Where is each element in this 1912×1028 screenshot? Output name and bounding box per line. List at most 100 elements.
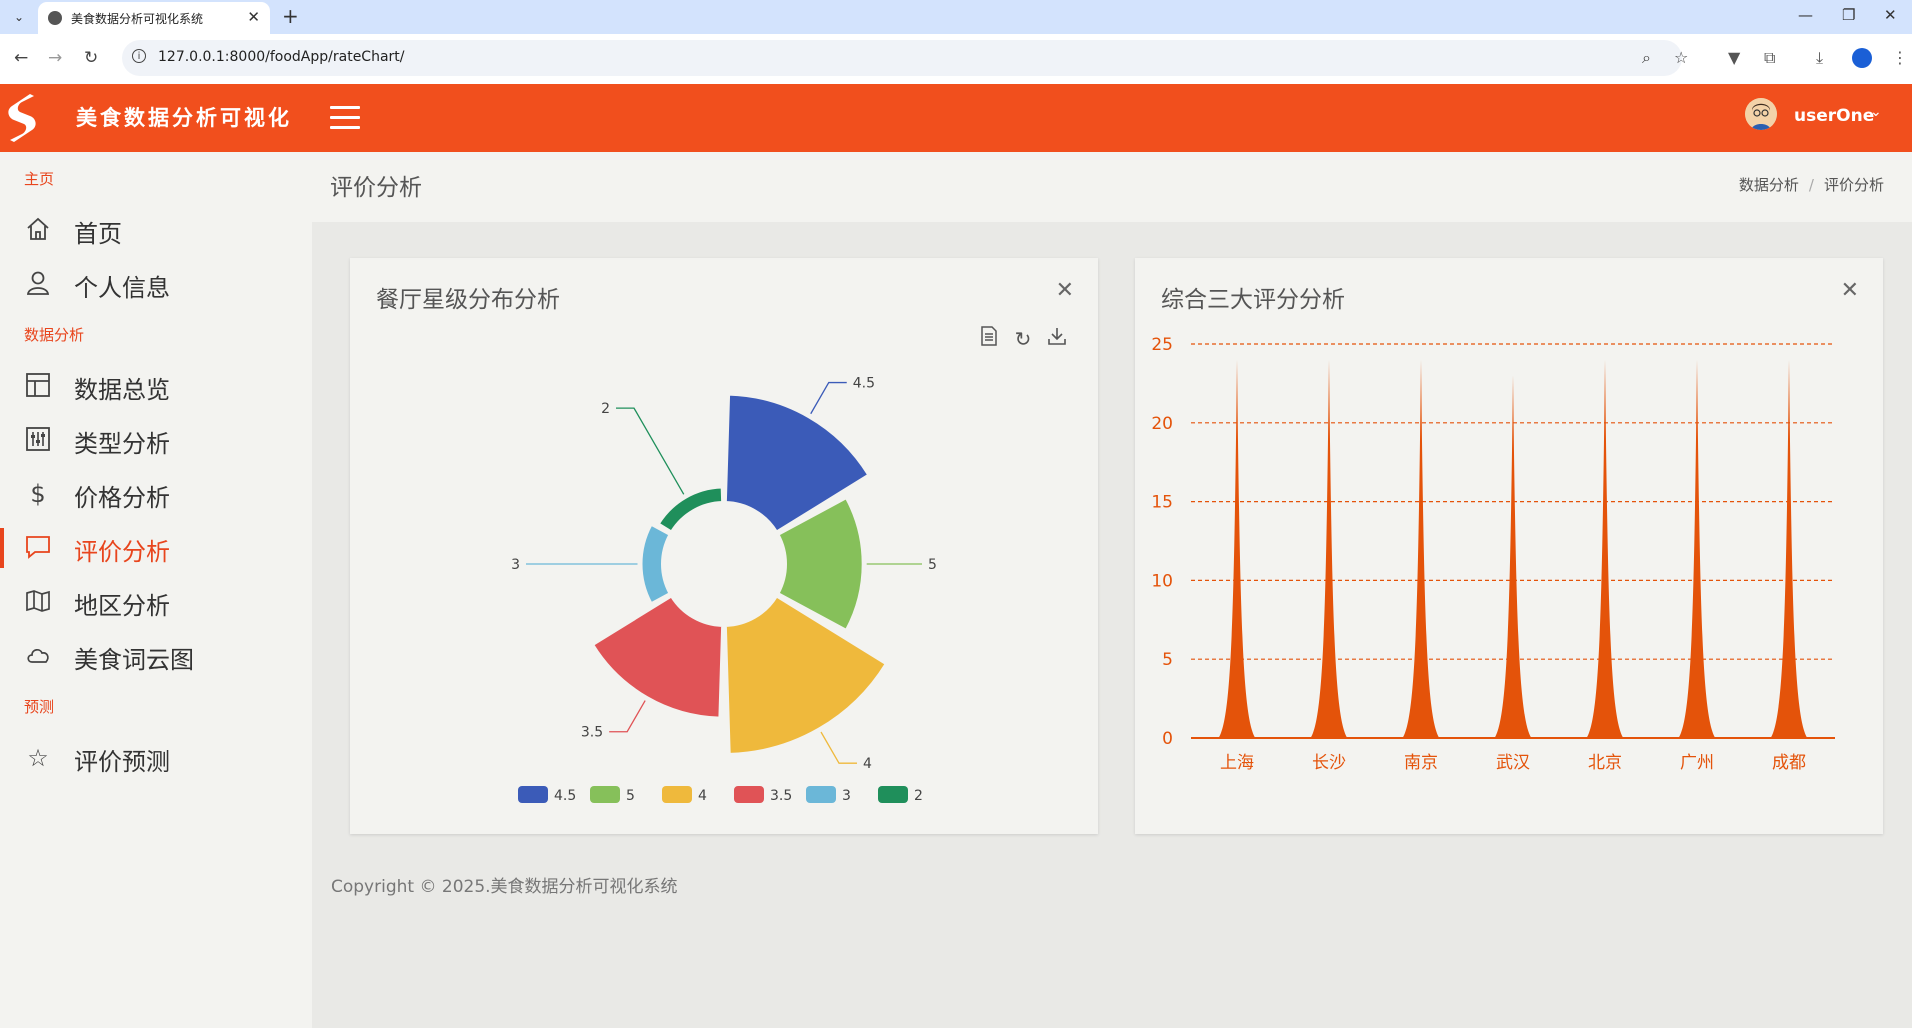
minimize-icon[interactable]: — xyxy=(1798,6,1813,24)
x-tick-label: 北京 xyxy=(1588,753,1622,773)
sidebar-item-region-analysis[interactable]: 地区分析 xyxy=(0,576,312,626)
star-icon: ☆ xyxy=(27,744,49,772)
rose-leader-3.5 xyxy=(609,700,646,733)
browser-menu-icon[interactable]: ⋮ xyxy=(1892,48,1908,67)
rose-leader-4.5 xyxy=(810,381,847,415)
comment-icon xyxy=(24,534,52,562)
tab-title: 美食数据分析可视化系统 xyxy=(71,12,204,26)
browser-tab[interactable]: 美食数据分析可视化系统 ✕ xyxy=(38,2,270,34)
address-bar-row: ← → ↻ i 127.0.0.1:8000/foodApp/rateChart… xyxy=(0,34,1912,84)
legend-swatch-2[interactable] xyxy=(878,786,908,803)
legend-label-4[interactable]: 4 xyxy=(698,788,707,804)
rose-label-4: 4 xyxy=(863,756,872,772)
legend-label-3.5[interactable]: 3.5 xyxy=(770,788,792,804)
extension-filter-icon[interactable]: ▼ xyxy=(1728,48,1740,67)
sliders-icon xyxy=(24,426,52,454)
new-tab-icon[interactable]: + xyxy=(282,4,299,28)
rose-label-3.5: 3.5 xyxy=(581,725,603,741)
username[interactable]: userOne xyxy=(1794,106,1874,126)
tab-search-icon[interactable]: ⌄ xyxy=(8,6,30,28)
url-bar[interactable]: i 127.0.0.1:8000/foodApp/rateChart/ ⌕ ☆ xyxy=(122,40,1688,76)
y-tick-label: 25 xyxy=(1151,335,1173,355)
sidebar-item-price-analysis[interactable]: $ 价格分析 xyxy=(0,468,312,518)
restore-icon[interactable]: ❐ xyxy=(1842,6,1855,24)
legend-label-3[interactable]: 3 xyxy=(842,788,851,804)
extensions-puzzle-icon[interactable]: ⧉ xyxy=(1764,48,1775,68)
area-spike-长沙[interactable] xyxy=(1310,359,1348,738)
rose-leader-2 xyxy=(616,407,685,495)
footer-copyright: Copyright © 2025.美食数据分析可视化系统 xyxy=(331,877,678,897)
menu-toggle-icon[interactable] xyxy=(330,106,360,130)
area-spike-武汉[interactable] xyxy=(1494,375,1532,738)
zoom-icon[interactable]: ⌕ xyxy=(1642,48,1651,68)
app-title: 美食数据分析可视化 xyxy=(76,106,292,130)
map-icon xyxy=(24,588,52,616)
sidebar-item-label: 类型分析 xyxy=(74,430,170,458)
rose-slice-2[interactable] xyxy=(657,486,724,533)
sidebar-item-label: 数据总览 xyxy=(74,376,170,404)
profile-icon[interactable] xyxy=(1852,48,1872,68)
globe-icon xyxy=(48,11,62,25)
area-spike-上海[interactable] xyxy=(1218,359,1256,738)
window-close-icon[interactable]: ✕ xyxy=(1884,6,1897,24)
sidebar-item-type-analysis[interactable]: 类型分析 xyxy=(0,414,312,464)
sidebar-item-overview[interactable]: 数据总览 xyxy=(0,360,312,410)
legend-swatch-5[interactable] xyxy=(590,786,620,803)
page-title: 评价分析 xyxy=(330,175,422,201)
tab-close-icon[interactable]: ✕ xyxy=(247,8,260,26)
legend-label-5[interactable]: 5 xyxy=(626,788,635,804)
legend-swatch-3[interactable] xyxy=(806,786,836,803)
rose-label-5: 5 xyxy=(928,557,937,573)
sidebar-item-rating-predict[interactable]: ☆ 评价预测 xyxy=(0,732,312,782)
download-icon[interactable]: ⤓ xyxy=(1816,48,1823,68)
sidebar-item-label: 首页 xyxy=(74,220,122,248)
site-info-icon[interactable]: i xyxy=(132,49,146,63)
x-tick-label: 上海 xyxy=(1220,753,1254,773)
rose-slice-3[interactable] xyxy=(640,523,671,605)
sidebar-item-label: 个人信息 xyxy=(74,274,170,302)
bookmark-star-icon[interactable]: ☆ xyxy=(1674,48,1688,67)
x-tick-label: 长沙 xyxy=(1312,753,1346,773)
x-tick-label: 武汉 xyxy=(1496,753,1530,773)
sidebar-section-analysis: 数据分析 xyxy=(24,326,85,344)
sidebar-item-profile[interactable]: 个人信息 xyxy=(0,258,312,308)
sidebar-item-home[interactable]: 首页 xyxy=(0,204,312,254)
forward-icon[interactable]: → xyxy=(48,48,62,68)
area-spike-北京[interactable] xyxy=(1586,359,1624,738)
url-text[interactable]: 127.0.0.1:8000/foodApp/rateChart/ xyxy=(158,49,405,65)
area-spike-成都[interactable] xyxy=(1770,359,1808,738)
logo-icon xyxy=(8,94,36,142)
area-spike-广州[interactable] xyxy=(1678,359,1716,738)
avatar[interactable] xyxy=(1745,98,1777,130)
x-tick-label: 成都 xyxy=(1772,753,1806,773)
legend-swatch-3.5[interactable] xyxy=(734,786,764,803)
legend-label-4.5[interactable]: 4.5 xyxy=(554,788,576,804)
legend-label-2[interactable]: 2 xyxy=(914,788,923,804)
chevron-down-icon[interactable]: ⌄ xyxy=(1870,104,1882,120)
app-header: 美食数据分析可视化 userOne ⌄ xyxy=(0,84,1912,152)
breadcrumb: 数据分析 / 评价分析 xyxy=(1738,176,1884,194)
sidebar-item-wordcloud[interactable]: 美食词云图 xyxy=(0,630,312,680)
reload-icon[interactable]: ↻ xyxy=(84,48,98,68)
rose-label-3: 3 xyxy=(511,557,520,573)
y-tick-label: 0 xyxy=(1162,729,1173,749)
x-tick-label: 南京 xyxy=(1404,753,1438,773)
rose-slice-4[interactable] xyxy=(724,595,887,755)
sidebar: 主页 首页 个人信息 数据分析 数据总览 类型分析 $ 价格分析 评价分析 地区… xyxy=(0,152,312,1028)
layout-icon xyxy=(24,372,52,400)
legend-swatch-4[interactable] xyxy=(662,786,692,803)
sidebar-section-predict: 预测 xyxy=(24,698,55,716)
y-tick-label: 10 xyxy=(1151,571,1173,591)
legend-swatch-4.5[interactable] xyxy=(518,786,548,803)
back-icon[interactable]: ← xyxy=(14,48,28,68)
dollar-icon: $ xyxy=(30,480,46,508)
rose-slice-3.5[interactable] xyxy=(592,595,724,719)
breadcrumb-link[interactable]: 数据分析 xyxy=(1739,176,1799,194)
sidebar-item-rating-analysis[interactable]: 评价分析 xyxy=(0,522,312,572)
area-spike-南京[interactable] xyxy=(1402,359,1440,738)
area-chart-card: 综合三大评分分析 ✕ 0 5 10 15 20 25 上海 长沙 南京 武汉 北京 广州 成都 xyxy=(1135,258,1883,834)
y-tick-label: 20 xyxy=(1151,414,1173,434)
rose-chart: 4.5 5 4 3.5 3 2 4.5 5 4 3.5 3 2 xyxy=(511,376,937,804)
rose-label-4.5: 4.5 xyxy=(853,376,875,392)
sidebar-item-label: 评价分析 xyxy=(74,538,170,566)
